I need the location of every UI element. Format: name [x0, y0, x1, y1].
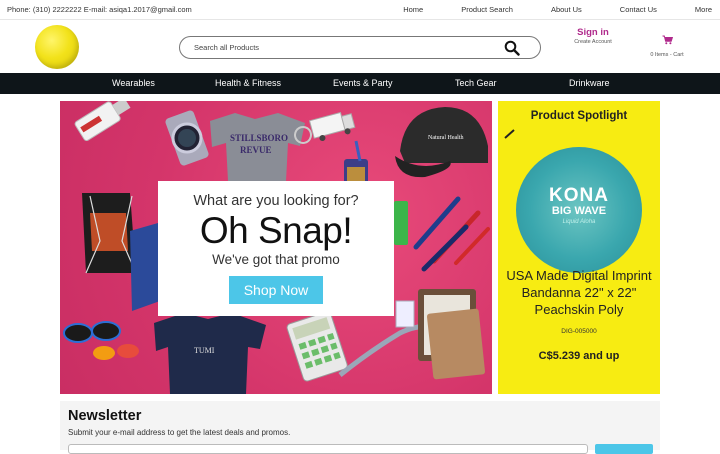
svg-text:STILLSBORO: STILLSBORO: [230, 133, 288, 143]
promo-question: What are you looking for?: [193, 193, 359, 209]
promo-card: What are you looking for? Oh Snap! We've…: [158, 181, 394, 316]
create-account-link[interactable]: Create Account: [572, 39, 614, 45]
pen-icon: [504, 129, 515, 139]
svg-text:REVUE: REVUE: [240, 145, 272, 155]
search-bar: [179, 36, 541, 59]
image-tag-text: Liquid Aloha: [562, 219, 596, 225]
product-name-link[interactable]: USA Made Digital Imprint Bandanna 22" x …: [503, 268, 655, 319]
newsletter-title: Newsletter: [68, 408, 142, 424]
cart-link[interactable]: 0 Items - Cart: [645, 27, 689, 58]
sign-in-label[interactable]: Sign in: [572, 27, 614, 38]
header: Sign in Create Account 0 Items - Cart: [0, 20, 720, 73]
search-icon[interactable]: [504, 40, 520, 56]
newsletter-email-input[interactable]: [68, 444, 588, 454]
product-sku: DIG-005000: [561, 328, 597, 335]
top-nav-home[interactable]: Home: [403, 5, 423, 14]
top-bar: Phone: (310) 2222222 E-mail: asiqa1.2017…: [0, 0, 720, 20]
svg-text:Natural Health: Natural Health: [428, 135, 463, 141]
top-nav-product-search[interactable]: Product Search: [461, 5, 513, 14]
image-brand-text: KONA: [549, 185, 609, 206]
product-image[interactable]: KONA BIG WAVE Liquid Aloha: [516, 147, 642, 273]
top-nav-more[interactable]: More: [695, 5, 712, 14]
site-logo[interactable]: [35, 25, 79, 69]
top-nav-contact-us[interactable]: Contact Us: [620, 5, 657, 14]
category-nav: Wearables Health & Fitness Events & Part…: [0, 73, 720, 94]
product-spotlight[interactable]: Product Spotlight KONA BIG WAVE Liquid A…: [498, 101, 660, 394]
top-nav: Home Product Search About Us Contact Us …: [403, 5, 712, 14]
search-input[interactable]: [194, 43, 494, 52]
nav-drinkware[interactable]: Drinkware: [569, 78, 610, 88]
newsletter-section: Newsletter Submit your e-mail address to…: [60, 401, 660, 454]
spotlight-title: Product Spotlight: [530, 110, 628, 122]
newsletter-description: Submit your e-mail address to get the la…: [68, 428, 291, 437]
nav-health-fitness[interactable]: Health & Fitness: [215, 78, 281, 88]
top-nav-about-us[interactable]: About Us: [551, 5, 582, 14]
promo-headline: Oh Snap!: [199, 210, 353, 251]
cart-count-label[interactable]: 0 Items - Cart: [645, 52, 689, 58]
nav-events-party[interactable]: Events & Party: [333, 78, 393, 88]
image-sub-text: BIG WAVE: [551, 205, 607, 217]
contact-info: Phone: (310) 2222222 E-mail: asiqa1.2017…: [7, 5, 192, 14]
product-price: C$5.239 and up: [538, 350, 620, 362]
nav-wearables[interactable]: Wearables: [112, 78, 155, 88]
sign-in-link[interactable]: Sign in Create Account: [572, 27, 614, 45]
nav-tech-gear[interactable]: Tech Gear: [455, 78, 497, 88]
hero-banner[interactable]: STILLSBORO REVUE Natural Health TUMI Wha…: [60, 101, 492, 394]
newsletter-submit-button[interactable]: [595, 444, 653, 454]
svg-text:TUMI: TUMI: [194, 346, 215, 355]
shop-now-button[interactable]: Shop Now: [228, 276, 324, 304]
promo-subline: We've got that promo: [212, 252, 340, 267]
cart-icon[interactable]: [662, 35, 673, 45]
